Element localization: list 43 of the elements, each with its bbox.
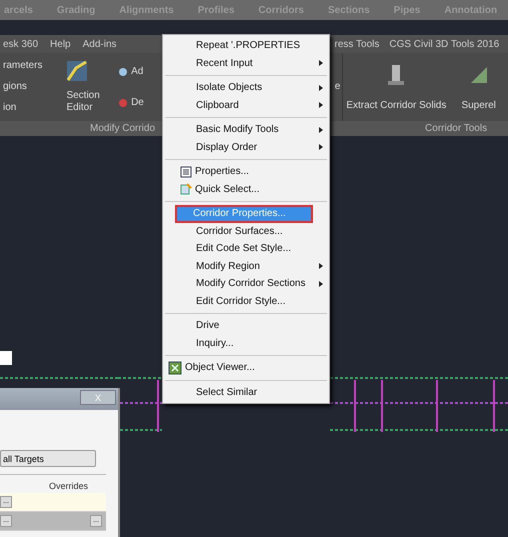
menu-bar-item[interactable]: Add-ins	[82, 38, 117, 50]
section-editor-icon	[66, 60, 88, 82]
column-header: Overrides	[48, 480, 88, 493]
ribbon-command[interactable]: De	[131, 96, 144, 108]
menu-item[interactable]: Recent Input	[163, 54, 329, 72]
ribbon-command[interactable]: Section Editor	[66, 90, 104, 114]
menu-bar-item[interactable]: CGS Civil 3D Tools 2016	[389, 38, 500, 50]
quick-select-icon	[180, 183, 192, 196]
targets-button[interactable]: all Targets	[0, 450, 96, 467]
ribbon-command[interactable]: e	[334, 81, 340, 93]
menu-item[interactable]: Edit Corridor Style...	[163, 292, 329, 310]
properties-icon	[180, 166, 192, 178]
menu-bar-item[interactable]: esk 360	[3, 38, 38, 50]
viewer-icon	[168, 360, 182, 375]
menu-item[interactable]: Corridor Properties...	[175, 205, 313, 222]
menu-item[interactable]: Inquiry...	[163, 334, 329, 352]
ribbon-command[interactable]: rameters	[3, 60, 42, 72]
menu-item[interactable]: Modify Region	[163, 258, 329, 275]
ribbon-command[interactable]: Superel	[461, 100, 496, 112]
menu-item[interactable]: Repeat '.PROPERTIES	[163, 37, 329, 54]
menu-item[interactable]: Quick Select...	[163, 180, 329, 198]
ribbon-command[interactable]: Extract Corridor Solids	[346, 100, 446, 112]
menu-item[interactable]: Basic Modify Tools	[163, 121, 329, 138]
menu-item[interactable]: Clipboard	[163, 96, 329, 114]
menu-item[interactable]: Edit Code Set Style...	[163, 240, 329, 258]
panel-title: Modify Corrido	[90, 123, 156, 134]
menu-item[interactable]: Display Order	[163, 138, 329, 156]
panel-fragment	[0, 351, 12, 365]
menu-bar-item[interactable]: Help	[50, 38, 71, 50]
corridor-drawing	[118, 376, 162, 434]
menu-item[interactable]: Select Similar	[163, 384, 329, 401]
menu-item[interactable]: Drive	[163, 317, 329, 334]
ribbon-command[interactable]: gions	[3, 80, 42, 93]
solid-icon	[386, 62, 406, 86]
menu-item[interactable]: Modify Corridor Sections	[163, 275, 329, 292]
ribbon-command[interactable]: Ad	[131, 66, 144, 78]
menu-item[interactable]: Properties...	[163, 163, 329, 180]
ribbon-command[interactable]: ion	[3, 102, 42, 114]
menu-item[interactable]: Object Viewer...	[163, 359, 329, 376]
menu-bar-item[interactable]: ress Tools	[334, 38, 380, 50]
panel-title: Corridor Tools	[425, 123, 488, 134]
menu-item[interactable]: Corridor Surfaces...	[163, 222, 329, 240]
menu-item[interactable]: Isolate Objects	[163, 79, 329, 96]
